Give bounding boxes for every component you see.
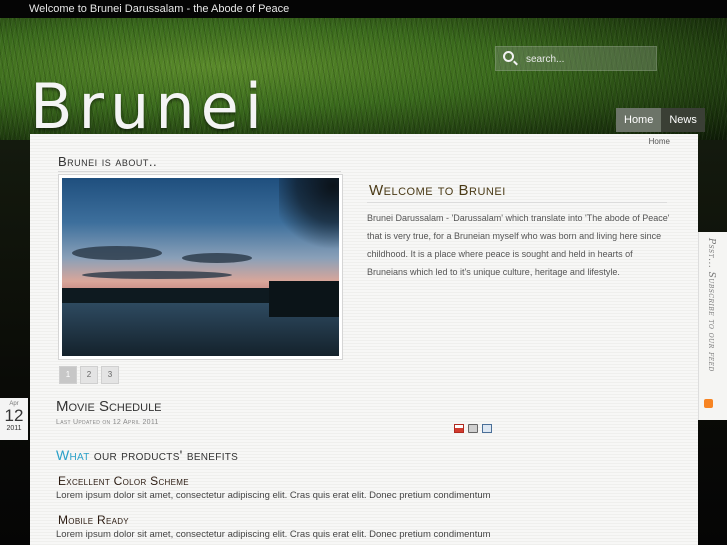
- nav-item-news[interactable]: News: [661, 108, 705, 132]
- article-date: Apr 12 2011: [0, 398, 28, 440]
- feature-text: Lorem ipsum dolor sit amet, consectetur …: [56, 529, 491, 540]
- slide-page-2[interactable]: 2: [80, 366, 98, 384]
- about-heading: Brunei is about..: [58, 154, 158, 169]
- pdf-icon[interactable]: [454, 424, 464, 433]
- welcome-message: Welcome to Brunei Darussalam - the Abode…: [29, 3, 290, 15]
- benefits-heading-accent: What: [56, 447, 90, 463]
- feature-title: Mobile Ready: [58, 513, 129, 527]
- slide-page-3[interactable]: 3: [101, 366, 119, 384]
- benefits-heading: What our products' benefits: [56, 447, 238, 463]
- slide-page-1[interactable]: 1: [59, 366, 77, 384]
- top-welcome-bar: Welcome to Brunei Darussalam - the Abode…: [0, 0, 727, 18]
- feature-title: Excellent Color Scheme: [58, 474, 189, 488]
- date-year: 2011: [6, 425, 22, 432]
- feature-text: Lorem ipsum dolor sit amet, consectetur …: [56, 490, 491, 501]
- nav-item-home[interactable]: Home: [616, 108, 662, 132]
- rss-subscribe-panel[interactable]: Psst... Subscribe to our feed: [698, 232, 727, 420]
- search-icon[interactable]: [503, 51, 514, 62]
- main-nav: Home News: [616, 108, 705, 132]
- divider: [367, 202, 667, 203]
- search-box[interactable]: [495, 46, 657, 71]
- article-tools: [454, 424, 492, 433]
- site-logo[interactable]: Brunei: [30, 70, 268, 143]
- date-day: 12: [4, 406, 24, 425]
- benefits-heading-rest: our products' benefits: [89, 447, 239, 463]
- slideshow-frame: [58, 174, 343, 360]
- welcome-text: Brunei Darussalam - 'Darussalam' which t…: [367, 213, 670, 277]
- breadcrumb[interactable]: Home: [649, 137, 670, 146]
- email-icon[interactable]: [482, 424, 492, 433]
- article-title[interactable]: Movie Schedule: [56, 398, 162, 415]
- sunset-photo[interactable]: [62, 178, 339, 356]
- article-updated: Last Updated on 12 April 2011: [56, 419, 159, 426]
- print-icon[interactable]: [468, 424, 478, 433]
- divider: [58, 171, 341, 172]
- rss-icon[interactable]: [704, 399, 713, 408]
- search-input[interactable]: [526, 50, 646, 68]
- rss-subscribe-text[interactable]: Psst... Subscribe to our feed: [706, 238, 716, 372]
- main-content: Home Brunei is about.. 1 2 3 Welcome to …: [30, 134, 698, 545]
- slideshow-pager: 1 2 3: [59, 366, 119, 384]
- welcome-heading: Welcome to Brunei: [369, 182, 506, 199]
